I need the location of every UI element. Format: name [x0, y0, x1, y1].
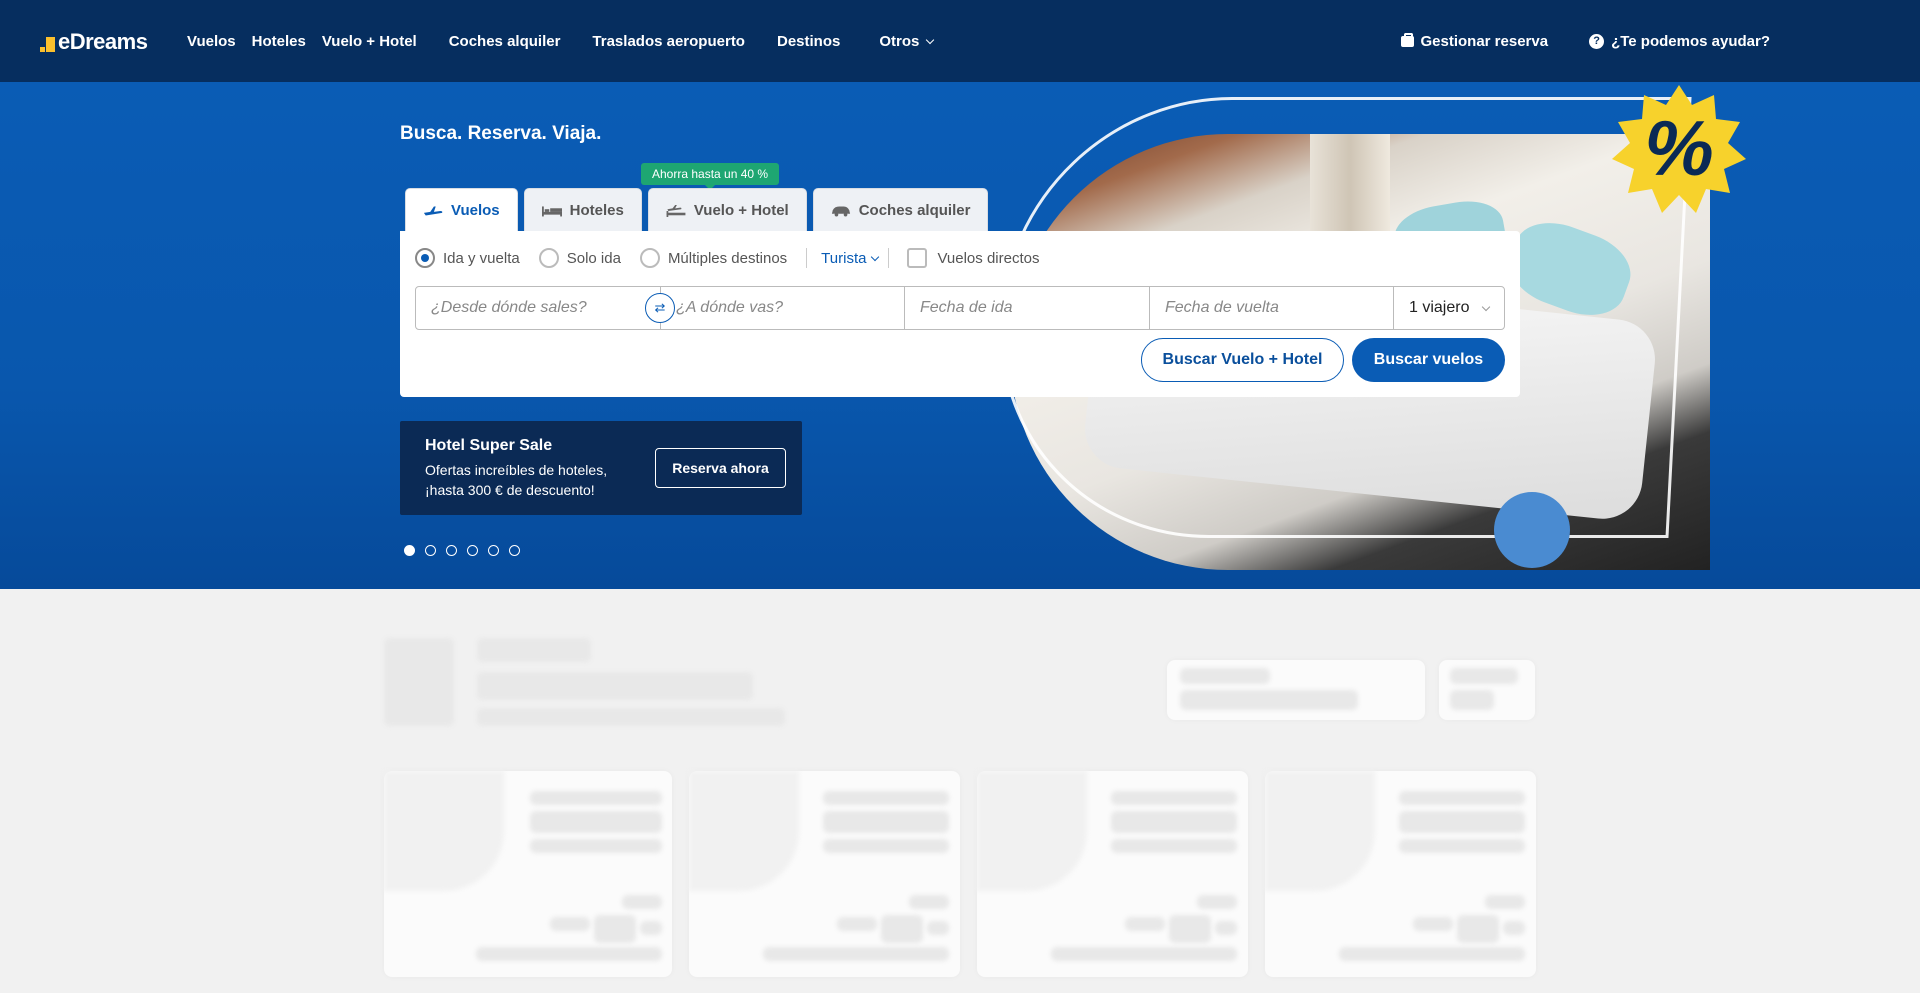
manage-booking-link[interactable]: Gestionar reserva	[1400, 32, 1549, 50]
radio-multi-city[interactable]: Múltiples destinos	[639, 248, 788, 268]
skeleton-block	[1180, 690, 1358, 710]
discount-badge: %	[1612, 85, 1746, 213]
nav-link-vuelos[interactable]: Vuelos	[187, 33, 236, 50]
travellers-value: 1 viajero	[1409, 299, 1470, 316]
help-icon: ?	[1589, 33, 1605, 49]
depart-date-field	[905, 287, 1150, 329]
percent-symbol: %	[1644, 104, 1713, 192]
origin-input[interactable]	[431, 299, 645, 317]
depart-date-input[interactable]	[920, 299, 1134, 317]
nav-link-coches[interactable]: Coches alquiler	[449, 33, 561, 50]
tab-coches-label: Coches alquiler	[858, 202, 971, 219]
radio-indicator	[538, 248, 559, 268]
skeleton-block	[477, 672, 753, 700]
direct-flights-label: Vuelos directos	[937, 249, 1040, 267]
return-date-input[interactable]	[1165, 299, 1378, 317]
radio-one-way[interactable]: Solo ida	[538, 248, 621, 268]
carousel-dot[interactable]	[509, 545, 520, 556]
search-package-button[interactable]: Buscar Vuelo + Hotel	[1141, 338, 1344, 382]
cabin-class-select[interactable]: Turista	[821, 249, 880, 267]
skeleton-card	[384, 771, 672, 977]
destination-input[interactable]	[676, 299, 889, 317]
carousel-dots	[404, 545, 520, 556]
tab-vuelos[interactable]: Vuelos	[405, 188, 518, 232]
skeleton-block	[477, 638, 591, 662]
radio-round-trip-label: Ida y vuelta	[443, 249, 520, 267]
radio-multi-city-label: Múltiples destinos	[667, 249, 788, 267]
skeleton-block	[1180, 668, 1270, 684]
skeleton-card	[977, 771, 1248, 977]
carousel-dot[interactable]	[425, 545, 436, 556]
carousel-dot[interactable]	[488, 545, 499, 556]
skeleton-card	[1265, 771, 1536, 977]
hero-section: % Busca. Reserva. Viaja. Ahorra hasta un…	[0, 82, 1920, 589]
decorative-circle	[1494, 492, 1570, 568]
tab-coches[interactable]: Coches alquiler	[812, 188, 989, 232]
radio-indicator	[639, 248, 660, 268]
plane-icon	[423, 205, 443, 216]
help-label: ¿Te podemos ayudar?	[1611, 32, 1770, 50]
tab-vuelos-label: Vuelos	[451, 202, 500, 219]
help-link[interactable]: ? ¿Te podemos ayudar?	[1589, 33, 1770, 50]
plane-bed-icon	[666, 204, 686, 217]
main-nav: Vuelos Hoteles Vuelo + Hotel Coches alqu…	[187, 0, 935, 82]
return-date-field	[1150, 287, 1394, 329]
nav-link-vuelo-hotel[interactable]: Vuelo + Hotel	[322, 33, 417, 50]
skeleton-card	[689, 771, 960, 977]
divider	[888, 248, 890, 268]
top-navbar: eDreams Vuelos Hoteles Vuelo + Hotel Coc…	[0, 0, 1920, 82]
manage-booking-label: Gestionar reserva	[1420, 32, 1549, 50]
skeleton-block	[1450, 668, 1518, 684]
carousel-dot[interactable]	[467, 545, 478, 556]
nav-right: Gestionar reserva ? ¿Te podemos ayudar?	[1400, 0, 1770, 82]
skeleton-block	[384, 638, 454, 726]
nav-link-traslados[interactable]: Traslados aeropuerto	[592, 33, 745, 50]
tab-hoteles[interactable]: Hoteles	[523, 188, 642, 232]
tab-vuelo-hotel-label: Vuelo + Hotel	[693, 202, 789, 219]
sale-banner: Hotel Super Sale Ofertas increíbles de h…	[400, 421, 802, 515]
nav-otros-label: Otros	[879, 32, 920, 50]
chevron-down-icon	[926, 35, 935, 44]
nav-link-hoteles[interactable]: Hoteles	[252, 33, 306, 50]
checkbox-box	[907, 248, 928, 268]
chevron-down-icon	[871, 252, 880, 261]
radio-round-trip[interactable]: Ida y vuelta	[415, 248, 520, 268]
promo-chip: Ahorra hasta un 40 %	[641, 163, 780, 190]
logo-text: eDreams	[58, 29, 148, 54]
skeleton-block	[1450, 690, 1494, 710]
carousel-dot[interactable]	[404, 545, 415, 556]
tab-hoteles-label: Hoteles	[569, 202, 624, 219]
trip-options: Ida y vuelta Solo ida Múltiples destinos…	[415, 246, 1039, 270]
carousel-dot[interactable]	[446, 545, 457, 556]
edreams-logo[interactable]: eDreams	[40, 29, 148, 55]
car-icon	[831, 205, 850, 216]
book-now-button[interactable]: Reserva ahora	[655, 448, 786, 488]
nav-link-destinos[interactable]: Destinos	[777, 33, 840, 50]
sale-title: Hotel Super Sale	[425, 437, 553, 454]
nav-link-otros[interactable]: Otros	[879, 32, 935, 50]
search-flights-button[interactable]: Buscar vuelos	[1352, 338, 1505, 382]
search-fields: ⇄ 1 viajero	[415, 286, 1505, 330]
cabin-class-value: Turista	[821, 249, 867, 267]
travellers-select[interactable]: 1 viajero	[1394, 287, 1504, 329]
sale-description: Ofertas increíbles de hoteles, ¡hasta 30…	[425, 462, 608, 498]
tab-vuelo-hotel[interactable]: Vuelo + Hotel	[647, 188, 807, 232]
bed-icon	[541, 205, 562, 216]
hero-title: Busca. Reserva. Viaja.	[400, 123, 602, 144]
radio-indicator	[415, 248, 435, 268]
flight-search-box: Ida y vuelta Solo ida Múltiples destinos…	[400, 231, 1520, 397]
search-tabs: Vuelos Hoteles Vuelo + Hotel Coches alqu…	[405, 188, 989, 232]
origin-field: ⇄	[416, 287, 675, 329]
destination-field	[661, 287, 905, 329]
direct-flights-checkbox[interactable]: Vuelos directos	[907, 248, 1039, 268]
briefcase-icon	[1400, 32, 1414, 47]
chevron-down-icon	[1481, 302, 1491, 311]
logo-mark-icon	[40, 31, 55, 53]
swap-airports-button[interactable]: ⇄	[645, 293, 675, 323]
skeleton-block	[477, 708, 785, 726]
radio-one-way-label: Solo ida	[566, 249, 621, 267]
divider	[806, 248, 808, 268]
